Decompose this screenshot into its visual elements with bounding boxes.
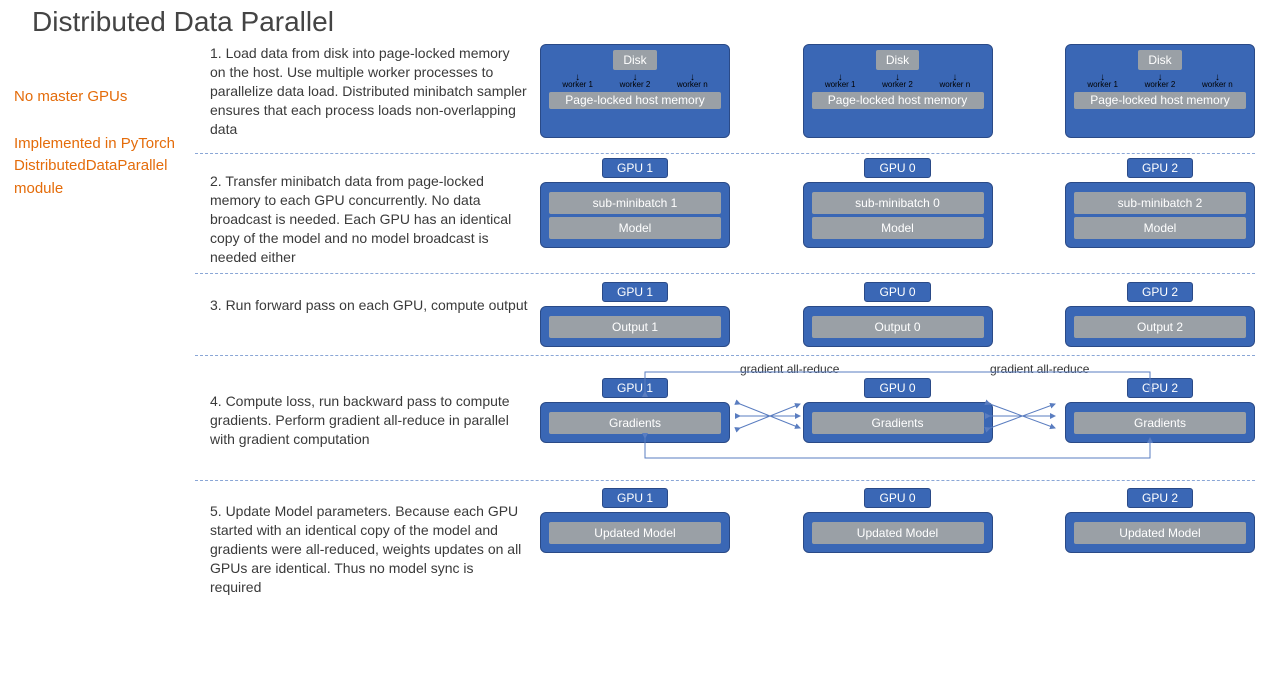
step-2-diagram: GPU 1 sub-minibatch 1 Model GPU 0 sub-mi…	[540, 172, 1255, 266]
gpu0-label: GPU 0	[864, 378, 930, 398]
gpu1-label: GPU 1	[602, 158, 668, 178]
gpu2-wrap-s3: GPU 2 Output 2	[1065, 296, 1255, 347]
gpu2-label: GPU 2	[1127, 158, 1193, 178]
gpu0-box-s2: sub-minibatch 0 Model	[803, 182, 993, 248]
model-label: Model	[1074, 217, 1246, 239]
step-4-diagram: GPU 1 Gradients GPU 0 Gradients GPU 2 Gr…	[540, 392, 1255, 449]
host-box-2: Disk ↓worker 1 ↓worker 2 ↓worker n Page-…	[803, 44, 993, 138]
gpu1-label: GPU 1	[602, 282, 668, 302]
gpu0-box-s5: Updated Model	[803, 512, 993, 553]
updated-model-label: Updated Model	[549, 522, 721, 544]
model-label: Model	[812, 217, 984, 239]
step-3-diagram: GPU 1 Output 1 GPU 0 Output 0 GPU 2 Outp…	[540, 296, 1255, 347]
workers-1: ↓worker 1 ↓worker 2 ↓worker n	[549, 74, 721, 89]
gpu2-wrap-s4: GPU 2 Gradients	[1065, 392, 1255, 449]
note-no-master: No master GPUs	[14, 86, 189, 109]
gpu0-box-s3: Output 0	[803, 306, 993, 347]
divider-1	[195, 153, 1255, 154]
allreduce-label-2: gradient all-reduce	[990, 363, 1089, 376]
step-5-diagram: GPU 1 Updated Model GPU 0 Updated Model …	[540, 502, 1255, 596]
disk-label: Disk	[1138, 50, 1181, 70]
gpu1-label: GPU 1	[602, 378, 668, 398]
gpu2-label: GPU 2	[1127, 488, 1193, 508]
gpu0-wrap-s5: GPU 0 Updated Model	[803, 502, 993, 596]
step-3-row: 3. Run forward pass on each GPU, compute…	[210, 296, 1255, 347]
step-1-text: 1. Load data from disk into page-locked …	[210, 44, 540, 138]
output0-label: Output 0	[812, 316, 984, 338]
gpu1-box-s2: sub-minibatch 1 Model	[540, 182, 730, 248]
disk-label: Disk	[876, 50, 919, 70]
submb2-label: sub-minibatch 2	[1074, 192, 1246, 214]
gpu1-label: GPU 1	[602, 488, 668, 508]
gpu1-wrap-s4: GPU 1 Gradients	[540, 392, 730, 449]
gpu1-wrap-s5: GPU 1 Updated Model	[540, 502, 730, 596]
model-label: Model	[549, 217, 721, 239]
pagelocked-label: Page-locked host memory	[812, 92, 984, 109]
gpu2-label: GPU 2	[1127, 378, 1193, 398]
gpu2-box-s5: Updated Model	[1065, 512, 1255, 553]
divider-4	[195, 480, 1255, 481]
submb1-label: sub-minibatch 1	[549, 192, 721, 214]
page-title: Distributed Data Parallel	[32, 6, 334, 38]
gpu2-wrap-s2: GPU 2 sub-minibatch 2 Model	[1065, 172, 1255, 266]
gpu0-label: GPU 0	[864, 282, 930, 302]
gradients-label: Gradients	[549, 412, 721, 434]
sidebar-notes: No master GPUs Implemented in PyTorch Di…	[14, 86, 189, 224]
step-4-row: 4. Compute loss, run backward pass to co…	[210, 392, 1255, 449]
gpu0-box-s4: Gradients	[803, 402, 993, 443]
pagelocked-label: Page-locked host memory	[1074, 92, 1246, 109]
host-box-1: Disk ↓worker 1 ↓worker 2 ↓worker n Page-…	[540, 44, 730, 138]
updated-model-label: Updated Model	[1074, 522, 1246, 544]
host-box-3: Disk ↓worker 1 ↓worker 2 ↓worker n Page-…	[1065, 44, 1255, 138]
pagelocked-label: Page-locked host memory	[549, 92, 721, 109]
gpu0-label: GPU 0	[864, 158, 930, 178]
step-1-diagram: Disk ↓worker 1 ↓worker 2 ↓worker n Page-…	[540, 44, 1255, 138]
gpu1-box-s4: Gradients	[540, 402, 730, 443]
updated-model-label: Updated Model	[812, 522, 984, 544]
output1-label: Output 1	[549, 316, 721, 338]
gpu0-wrap-s4: GPU 0 Gradients	[803, 392, 993, 449]
disk-label: Disk	[613, 50, 656, 70]
divider-2	[195, 273, 1255, 274]
workers-2: ↓worker 1 ↓worker 2 ↓worker n	[812, 74, 984, 89]
workers-3: ↓worker 1 ↓worker 2 ↓worker n	[1074, 74, 1246, 89]
gpu1-box-s3: Output 1	[540, 306, 730, 347]
gradients-label: Gradients	[812, 412, 984, 434]
gpu0-wrap-s3: GPU 0 Output 0	[803, 296, 993, 347]
note-pytorch-ddp: Implemented in PyTorch DistributedDataPa…	[14, 133, 189, 201]
step-1-row: 1. Load data from disk into page-locked …	[210, 44, 1255, 138]
allreduce-label-1: gradient all-reduce	[740, 363, 839, 376]
gpu1-box-s5: Updated Model	[540, 512, 730, 553]
gpu0-label: GPU 0	[864, 488, 930, 508]
step-2-text: 2. Transfer minibatch data from page-loc…	[210, 172, 540, 266]
step-3-text: 3. Run forward pass on each GPU, compute…	[210, 296, 540, 347]
gpu0-wrap-s2: GPU 0 sub-minibatch 0 Model	[803, 172, 993, 266]
gpu2-wrap-s5: GPU 2 Updated Model	[1065, 502, 1255, 596]
step-4-text: 4. Compute loss, run backward pass to co…	[210, 392, 540, 449]
divider-3	[195, 355, 1255, 356]
submb0-label: sub-minibatch 0	[812, 192, 984, 214]
output2-label: Output 2	[1074, 316, 1246, 338]
gpu1-wrap-s2: GPU 1 sub-minibatch 1 Model	[540, 172, 730, 266]
gpu2-label: GPU 2	[1127, 282, 1193, 302]
step-2-row: 2. Transfer minibatch data from page-loc…	[210, 172, 1255, 266]
gpu1-wrap-s3: GPU 1 Output 1	[540, 296, 730, 347]
step-5-text: 5. Update Model parameters. Because each…	[210, 502, 540, 596]
gpu2-box-s2: sub-minibatch 2 Model	[1065, 182, 1255, 248]
gpu2-box-s4: Gradients	[1065, 402, 1255, 443]
gradients-label: Gradients	[1074, 412, 1246, 434]
step-5-row: 5. Update Model parameters. Because each…	[210, 502, 1255, 596]
gpu2-box-s3: Output 2	[1065, 306, 1255, 347]
